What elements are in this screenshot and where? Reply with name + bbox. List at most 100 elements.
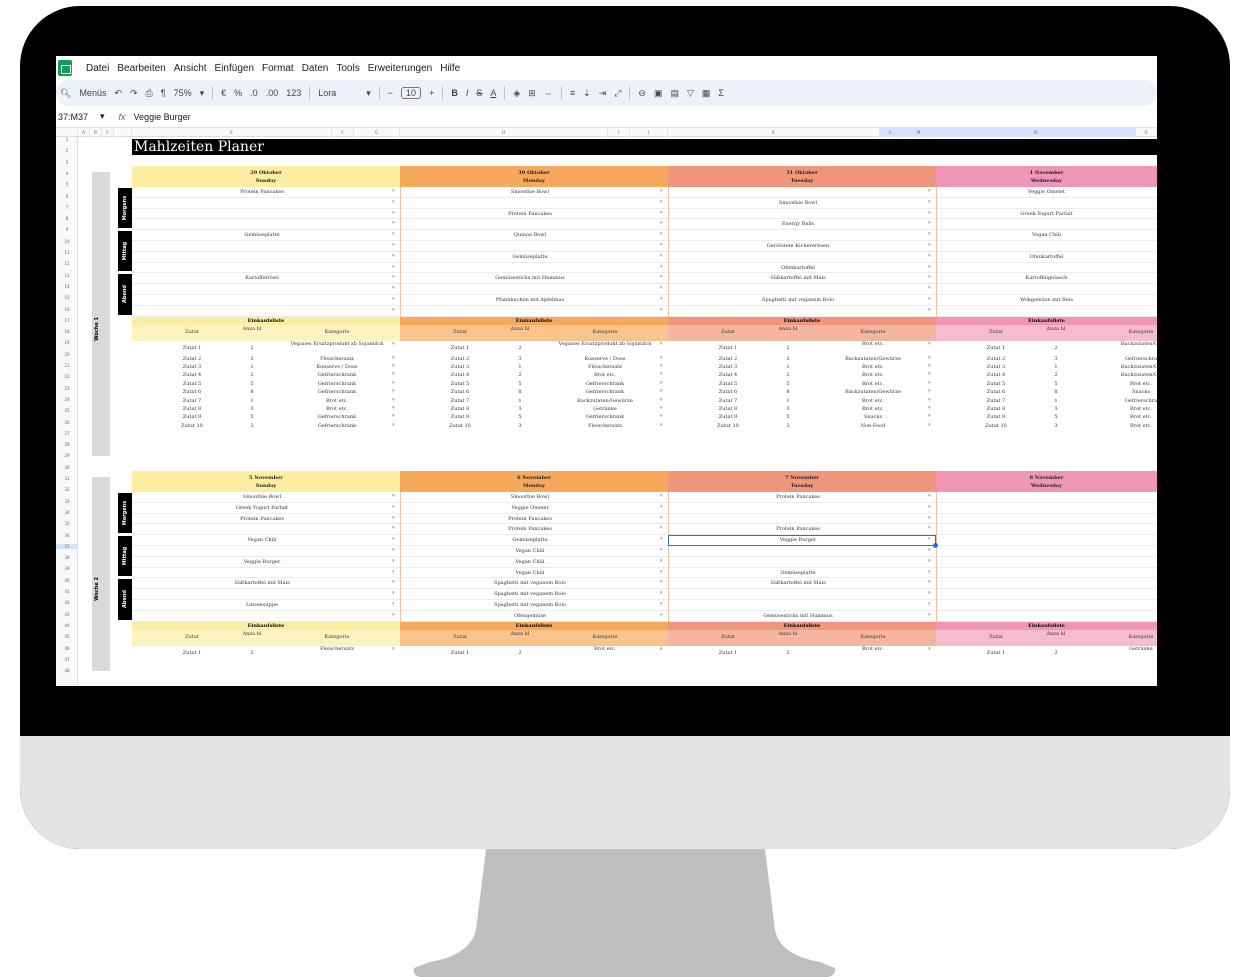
chevron-down-icon[interactable]: ▾: [928, 253, 931, 259]
shopping-cell[interactable]: Fleischersatz: [550, 363, 660, 371]
menu-erweiterungen[interactable]: Erweiterungen: [368, 63, 432, 74]
row-header[interactable]: 17: [56, 318, 78, 323]
chevron-down-icon[interactable]: ▾: [392, 210, 395, 216]
row-header[interactable]: 1: [56, 137, 78, 142]
chevron-down-icon[interactable]: ▾: [660, 253, 663, 259]
shopping-cell[interactable]: Zutat 1: [688, 341, 768, 355]
chevron-down-icon[interactable]: ▾: [392, 296, 395, 302]
shopping-cell[interactable]: 3: [778, 422, 798, 430]
chevron-down-icon[interactable]: ▾: [660, 536, 663, 542]
row-header[interactable]: 26: [56, 420, 78, 425]
menu-format[interactable]: Format: [262, 63, 294, 74]
chevron-down-icon[interactable]: ▾: [660, 525, 663, 531]
menu-hilfe[interactable]: Hilfe: [440, 63, 460, 74]
shopping-cell[interactable]: Zutat 4: [152, 371, 232, 379]
chevron-down-icon[interactable]: ▾: [660, 504, 663, 510]
shopping-cell[interactable]: Zutat 9: [152, 413, 232, 421]
row-header[interactable]: 12: [56, 261, 78, 266]
shopping-cell[interactable]: Zutat 7: [152, 397, 232, 405]
shopping-cell[interactable]: Snacks: [818, 413, 928, 421]
row-header[interactable]: 18: [56, 329, 78, 334]
chevron-down-icon[interactable]: ▾: [660, 264, 663, 270]
chevron-down-icon[interactable]: ▾: [392, 307, 395, 313]
chevron-down-icon[interactable]: ▾: [660, 341, 663, 347]
shopping-cell[interactable]: 2: [242, 341, 262, 355]
shopping-cell[interactable]: Fleischersatz: [282, 646, 392, 660]
chevron-down-icon[interactable]: ▾: [660, 569, 663, 575]
shopping-cell[interactable]: 1: [242, 397, 262, 405]
chevron-down-icon[interactable]: ▾: [392, 274, 395, 280]
chevron-down-icon[interactable]: ▾: [392, 590, 395, 596]
shopping-cell[interactable]: Zutat 1: [152, 646, 232, 660]
shopping-cell[interactable]: Brot etc.: [550, 371, 660, 379]
column-header[interactable]: E: [132, 128, 332, 137]
chevron-down-icon[interactable]: ▾: [392, 199, 395, 205]
chevron-down-icon[interactable]: ▾: [928, 371, 931, 377]
column-header[interactable]: F: [332, 128, 354, 137]
chevron-down-icon[interactable]: ▾: [392, 601, 395, 607]
shopping-cell[interactable]: Brot etc.: [818, 397, 928, 405]
shopping-cell[interactable]: Zutat 9: [688, 413, 768, 421]
shopping-cell[interactable]: Konserve / Dose: [550, 355, 660, 363]
shopping-cell[interactable]: 2: [510, 371, 530, 379]
chevron-down-icon[interactable]: ▾: [928, 515, 931, 521]
bold-button[interactable]: B: [451, 88, 458, 98]
shopping-cell[interactable]: Zutat 10: [420, 422, 500, 430]
shopping-cell[interactable]: 2: [510, 341, 530, 355]
shopping-cell[interactable]: Brot etc.: [282, 397, 392, 405]
row-header[interactable]: 16: [56, 307, 78, 312]
shopping-cell[interactable]: Veganes Ersatzprodukt zb Sojamilch: [550, 341, 660, 355]
shopping-cell[interactable]: Getränke: [550, 405, 660, 413]
row-header[interactable]: 28: [56, 442, 78, 447]
row-header[interactable]: 10: [56, 239, 78, 244]
borders-icon[interactable]: ⊞: [528, 88, 536, 99]
increase-decimal-button[interactable]: .00: [266, 88, 279, 98]
row-header[interactable]: 46: [56, 646, 78, 651]
shopping-cell[interactable]: Brot etc.: [818, 341, 928, 355]
shopping-cell[interactable]: 5: [1046, 380, 1066, 388]
shopping-cell[interactable]: Zutat 5: [152, 380, 232, 388]
shopping-cell[interactable]: Zutat 2: [420, 355, 500, 363]
shopping-cell[interactable]: 2: [778, 371, 798, 379]
shopping-cell[interactable]: Non-Food: [818, 422, 928, 430]
chevron-down-icon[interactable]: ▾: [928, 274, 931, 280]
shopping-cell[interactable]: 2: [510, 646, 530, 660]
chevron-down-icon[interactable]: ▾: [660, 422, 663, 428]
chevron-down-icon[interactable]: ▾: [660, 612, 663, 618]
row-header[interactable]: 43: [56, 612, 78, 617]
chevron-down-icon[interactable]: ▾: [660, 558, 663, 564]
shopping-cell[interactable]: 3: [1046, 405, 1066, 413]
shopping-cell[interactable]: Zutat 4: [956, 371, 1036, 379]
chevron-down-icon[interactable]: ▾: [366, 88, 371, 99]
menu-daten[interactable]: Daten: [302, 63, 329, 74]
shopping-cell[interactable]: Zutat 2: [956, 355, 1036, 363]
chevron-down-icon[interactable]: ▾: [392, 397, 395, 403]
filter-views-icon[interactable]: ▦: [702, 88, 711, 99]
shopping-cell[interactable]: Gefrierschrank: [550, 388, 660, 396]
chevron-down-icon[interactable]: ▾: [660, 388, 663, 394]
shopping-cell[interactable]: Brot etc.: [818, 363, 928, 371]
row-header[interactable]: 6: [56, 194, 78, 199]
menu-ansicht[interactable]: Ansicht: [174, 63, 207, 74]
row-header[interactable]: 2: [56, 148, 78, 153]
shopping-cell[interactable]: Zutat 8: [420, 405, 500, 413]
chevron-down-icon[interactable]: ▾: [660, 413, 663, 419]
paint-format-icon[interactable]: ¶: [161, 88, 166, 98]
shopping-cell[interactable]: 3: [242, 355, 262, 363]
chevron-down-icon[interactable]: ▾: [660, 210, 663, 216]
chevron-down-icon[interactable]: ▾: [660, 355, 663, 361]
column-header[interactable]: C: [102, 128, 114, 137]
sheet-grid[interactable]: ABCEFGHIJKLMNO 1 2 3 4 5 6 7 8 9 10 11 12 13 14 15 16 17…: [56, 128, 1157, 686]
chevron-down-icon[interactable]: ▾: [660, 493, 663, 499]
shopping-cell[interactable]: 3: [510, 422, 530, 430]
row-header[interactable]: 35: [56, 521, 78, 526]
row-header[interactable]: 27: [56, 431, 78, 436]
chevron-down-icon[interactable]: ▾: [928, 220, 931, 226]
chevron-down-icon[interactable]: ▾: [660, 363, 663, 369]
menu-search-button[interactable]: Menüs: [79, 88, 106, 98]
chevron-down-icon[interactable]: ▾: [928, 388, 931, 394]
chevron-down-icon[interactable]: ▾: [928, 525, 931, 531]
row-header[interactable]: 31: [56, 476, 78, 481]
row-header[interactable]: 21: [56, 363, 78, 368]
chevron-down-icon[interactable]: ▾: [200, 88, 205, 99]
